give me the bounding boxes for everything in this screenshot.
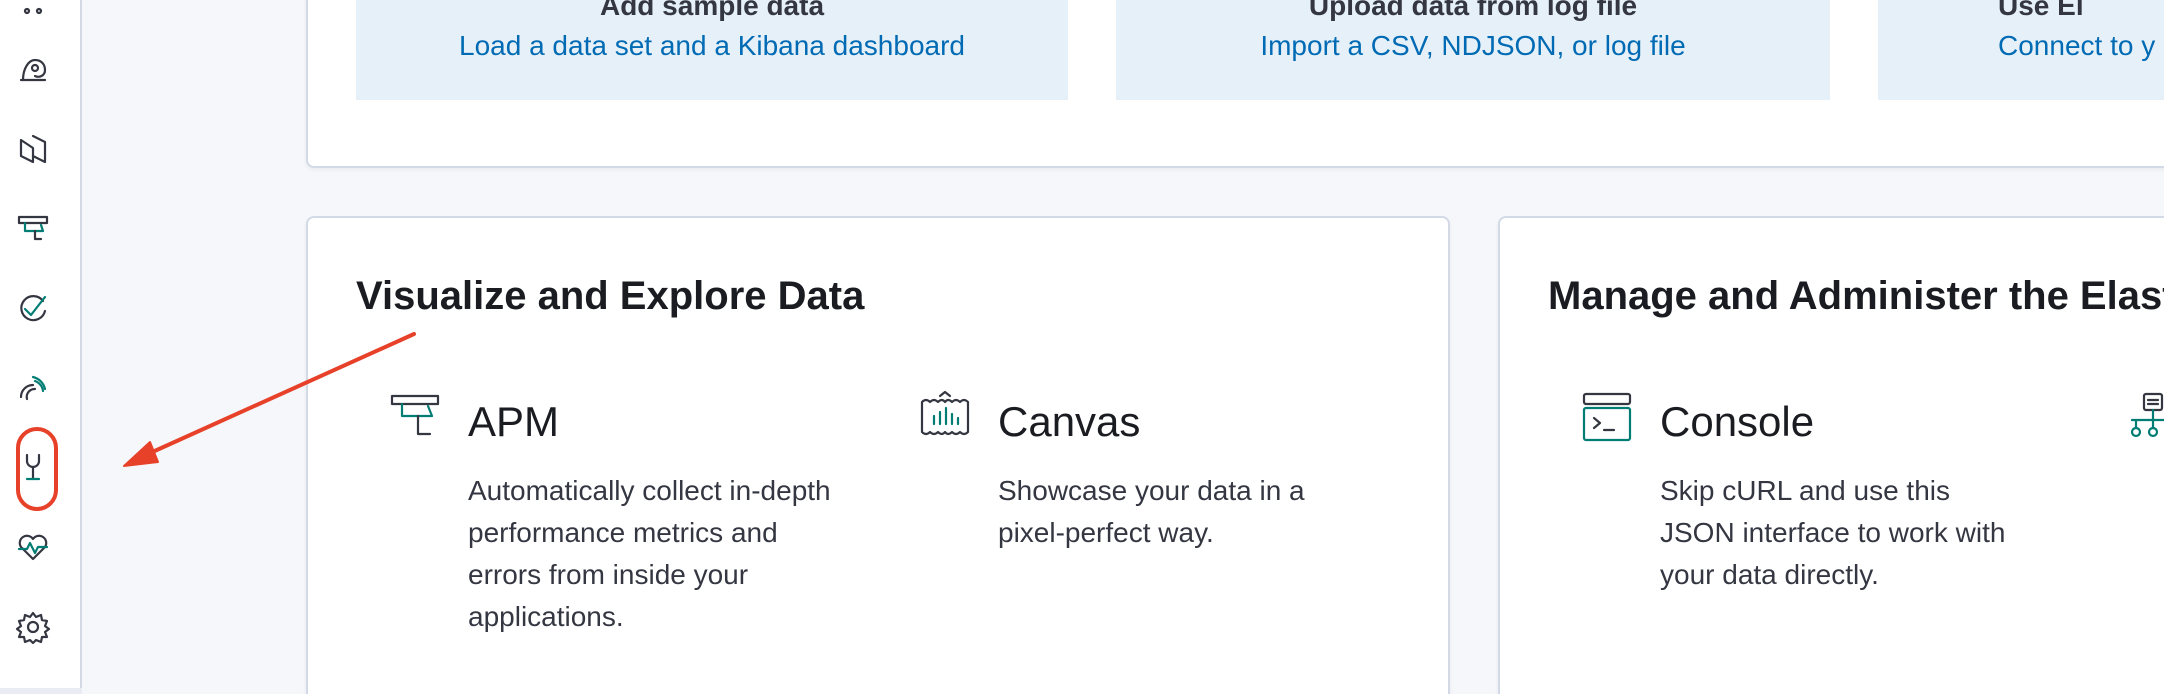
sidebar-nav bbox=[0, 0, 82, 694]
sidebar-item-visualize[interactable] bbox=[8, 121, 58, 179]
dots-icon bbox=[13, 0, 53, 23]
index-patterns-icon bbox=[2124, 390, 2164, 444]
feature-title: APM bbox=[468, 398, 560, 445]
tile-link[interactable]: Load a data set and a Kibana dashboard bbox=[356, 30, 1068, 62]
monitoring-icon bbox=[13, 527, 53, 571]
maps-icon bbox=[13, 48, 53, 92]
apm-icon bbox=[13, 207, 53, 251]
tile-title: Upload data from log file bbox=[1308, 0, 1638, 21]
tile-title: Use El bbox=[1998, 0, 2084, 21]
section-title: Visualize and Explore Data bbox=[356, 274, 865, 318]
sidebar-item-apm[interactable] bbox=[8, 200, 58, 258]
tile-link[interactable]: Import a CSV, NDJSON, or log file bbox=[1116, 30, 1830, 62]
sidebar-item-dev-tools[interactable] bbox=[8, 440, 58, 498]
manage-administer-card: Manage and Administer the Elastic Consol… bbox=[1498, 216, 2164, 694]
sidebar-item-management[interactable] bbox=[8, 600, 58, 658]
sidebar-item-siem[interactable] bbox=[8, 360, 58, 418]
sidebar-item-uptime[interactable] bbox=[8, 280, 58, 338]
app-root: Add sample data Load a data set and a Ki… bbox=[0, 0, 2164, 694]
console-icon bbox=[1580, 390, 1634, 444]
sidebar-bottom-edge bbox=[0, 688, 82, 694]
sidebar-item-more[interactable] bbox=[8, 0, 58, 30]
add-data-card: Add sample data Load a data set and a Ki… bbox=[306, 0, 2164, 168]
feature-title: Canvas bbox=[998, 398, 1141, 445]
siem-icon bbox=[13, 367, 53, 411]
apm-feature-icon bbox=[388, 390, 442, 444]
dev-tools-icon bbox=[13, 447, 53, 491]
add-sample-data-tile[interactable]: Add sample data Load a data set and a Ki… bbox=[356, 0, 1068, 100]
upload-log-file-tile[interactable]: Upload data from log file Import a CSV, … bbox=[1116, 0, 1830, 100]
uptime-icon bbox=[13, 287, 53, 331]
visualize-icon bbox=[13, 128, 53, 172]
tile-link[interactable]: Connect to y bbox=[1998, 30, 2164, 62]
canvas-icon bbox=[918, 390, 972, 444]
management-gear-icon bbox=[13, 607, 53, 651]
sidebar-item-monitoring[interactable] bbox=[8, 520, 58, 578]
feature-title: Console bbox=[1660, 398, 1815, 445]
tile-title: Add sample data bbox=[599, 0, 825, 21]
section-title: Manage and Administer the Elastic bbox=[1548, 274, 2164, 318]
sidebar-item-maps[interactable] bbox=[8, 41, 58, 99]
feature-description: Skip cURL and use this JSON interface to… bbox=[1660, 475, 2006, 590]
feature-description: Automatically collect in-depth performan… bbox=[468, 475, 831, 632]
feature-description: Showcase your data in a pixel-perfect wa… bbox=[998, 475, 1305, 548]
use-elastic-agent-tile[interactable]: Use El Connect to y bbox=[1878, 0, 2164, 100]
visualize-explore-card: Visualize and Explore Data APM Automatic… bbox=[306, 216, 1450, 694]
